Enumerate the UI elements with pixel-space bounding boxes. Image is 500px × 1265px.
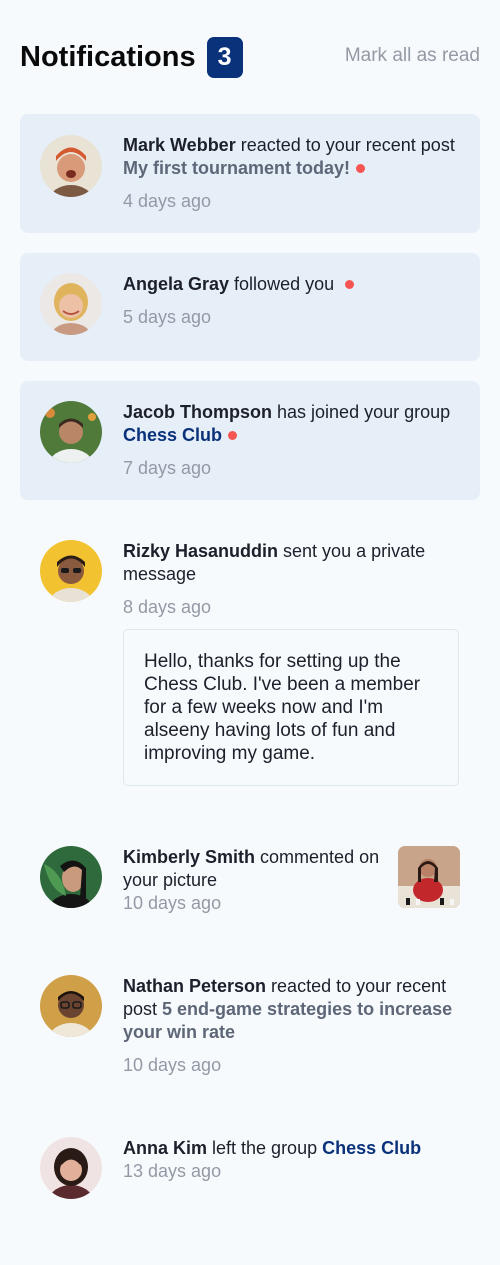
avatar-angela-gray[interactable]: [40, 273, 102, 335]
user-name[interactable]: Kimberly Smith: [123, 847, 255, 867]
user-name[interactable]: Rizky Hasanuddin: [123, 541, 278, 561]
notification-action: followed you: [229, 274, 340, 294]
notifications-header: Notifications 3 Mark all as read: [20, 36, 480, 78]
private-message-preview[interactable]: Hello, thanks for setting up the Chess C…: [123, 629, 459, 786]
picture-image: [398, 846, 460, 908]
page-title: Notifications: [20, 40, 196, 73]
avatar-image: [40, 846, 102, 908]
notification-action: left the group: [207, 1138, 323, 1158]
timestamp: 10 days ago: [123, 1055, 222, 1075]
post-link[interactable]: My first tournament today!: [123, 158, 350, 178]
unread-dot-icon: [356, 164, 366, 173]
mark-all-read-button[interactable]: Mark all as read: [345, 45, 480, 67]
unread-dot-icon: [345, 280, 355, 289]
notification-item[interactable]: Anna Kim left the group Chess Club 13 da…: [20, 1117, 480, 1217]
notification-item[interactable]: Angela Gray followed you 5 days ago: [20, 253, 480, 361]
group-link[interactable]: Chess Club: [322, 1138, 421, 1158]
notification-action: has joined your group: [272, 402, 451, 422]
user-name[interactable]: Anna Kim: [123, 1138, 207, 1158]
timestamp: 10 days ago: [123, 893, 222, 913]
notification-action: reacted to your recent post: [235, 135, 455, 155]
user-name[interactable]: Jacob Thompson: [123, 402, 272, 422]
avatar-kimberly-smith[interactable]: [40, 846, 102, 908]
timestamp: 13 days ago: [123, 1161, 222, 1181]
post-link[interactable]: 5 end-game strategies to increase your w…: [123, 999, 452, 1042]
avatar-image: [40, 1137, 102, 1199]
user-name[interactable]: Angela Gray: [123, 274, 229, 294]
avatar-image: [40, 273, 102, 335]
avatar-mark-webber[interactable]: [40, 135, 102, 197]
group-link[interactable]: Chess Club: [123, 425, 222, 445]
timestamp: 7 days ago: [123, 458, 212, 478]
unread-count-badge: 3: [206, 36, 243, 78]
avatar-jacob-thompson[interactable]: [40, 401, 102, 463]
notification-item[interactable]: Mark Webber reacted to your recent post …: [20, 114, 480, 233]
notification-item[interactable]: Kimberly Smith commented on your picture…: [20, 826, 480, 934]
avatar-image: [40, 401, 102, 463]
user-name[interactable]: Mark Webber: [123, 135, 236, 155]
avatar-image: [40, 975, 102, 1037]
notification-item[interactable]: Nathan Peterson reacted to your recent p…: [20, 955, 480, 1085]
avatar-image: [40, 135, 102, 197]
avatar-image: [40, 540, 102, 602]
user-name[interactable]: Nathan Peterson: [123, 976, 266, 996]
timestamp: 5 days ago: [123, 307, 212, 327]
notification-item[interactable]: Rizky Hasanuddin sent you a private mess…: [20, 520, 480, 805]
unread-dot-icon: [228, 431, 238, 440]
avatar-anna-kim[interactable]: [40, 1137, 102, 1199]
timestamp: 8 days ago: [123, 597, 212, 617]
avatar-nathan-peterson[interactable]: [40, 975, 102, 1037]
notification-item[interactable]: Jacob Thompson has joined your group Che…: [20, 381, 480, 500]
commented-picture-thumbnail[interactable]: [398, 846, 460, 908]
avatar-rizky-hasanuddin[interactable]: [40, 540, 102, 602]
timestamp: 4 days ago: [123, 191, 212, 211]
